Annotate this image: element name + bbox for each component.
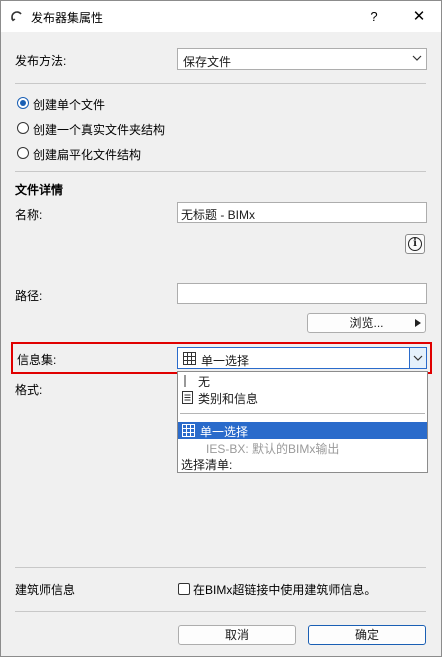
radio-real-folder-label[interactable]: 创建一个真实文件夹结构 (33, 121, 165, 138)
info-set-select[interactable]: 单一选择 (177, 347, 427, 369)
info-set-dropdown-list: 无 类别和信息 单一选择 IES-BX: 默认的BIMx输出 选择清单: (177, 371, 428, 473)
divider (15, 567, 426, 568)
dropdown-option-ies-bx: IES-BX: 默认的BIMx输出 (206, 442, 340, 456)
radio-flat-structure[interactable] (17, 147, 29, 159)
dialog-window: 发布器集属性 ? ✕ 发布方法: 保存文件 创建单个文件 创建一个真实文件夹结构… (0, 0, 442, 657)
help-button[interactable]: ? (356, 1, 392, 32)
divider (15, 171, 426, 172)
divider (15, 83, 426, 84)
dropdown-option-single-selection[interactable]: 单一选择 (178, 422, 427, 439)
architect-info-checkbox-label[interactable]: 在BIMx超链接中使用建筑师信息。 (193, 581, 376, 598)
info-icon: i (408, 237, 422, 251)
publish-method-label: 发布方法: (15, 54, 67, 68)
radio-single-file[interactable] (17, 97, 29, 109)
radio-single-file-label[interactable]: 创建单个文件 (33, 96, 105, 113)
name-field[interactable]: 无标题 - BIMx (177, 202, 427, 223)
path-label: 路径: (15, 289, 43, 303)
document-icon (182, 391, 193, 404)
chevron-down-icon (413, 355, 423, 361)
close-button[interactable]: ✕ (399, 1, 439, 32)
dropdown-option-category-info[interactable]: 类别和信息 (178, 389, 427, 406)
dropdown-separator (180, 413, 425, 414)
publish-method-value: 保存文件 (183, 55, 232, 69)
file-details-heading: 文件详情 (15, 183, 64, 197)
window-title: 发布器集属性 (31, 11, 104, 25)
title-bar: 发布器集属性 ? ✕ (1, 1, 441, 32)
info-button[interactable]: i (405, 234, 425, 254)
publisher-icon (11, 11, 22, 22)
browse-button[interactable]: 浏览... (307, 313, 426, 333)
dropdown-option-none[interactable]: 无 (178, 372, 427, 389)
name-field-value: 无标题 - BIMx (181, 208, 255, 222)
cancel-button-label: 取消 (224, 628, 249, 642)
play-arrow-icon (415, 319, 421, 327)
path-field[interactable] (177, 283, 427, 304)
publish-method-select[interactable]: 保存文件 (177, 48, 427, 70)
grid-icon (183, 352, 196, 365)
ok-button[interactable]: 确定 (308, 625, 426, 645)
info-set-dropdown-toggle[interactable] (409, 348, 426, 368)
info-set-label: 信息集: (17, 353, 57, 367)
grid-icon (182, 424, 195, 437)
architect-info-label: 建筑师信息 (15, 583, 76, 597)
architect-info-checkbox[interactable] (178, 583, 190, 595)
ok-button-label: 确定 (354, 628, 379, 642)
browse-button-label: 浏览... (349, 316, 384, 330)
text-cursor-icon (184, 375, 186, 387)
chevron-down-icon (412, 55, 422, 61)
format-label: 格式: (15, 383, 43, 397)
dropdown-option-selection-list[interactable]: 选择清单: (178, 455, 427, 472)
divider (15, 611, 426, 612)
name-label: 名称: (15, 208, 43, 222)
info-set-value: 单一选择 (201, 354, 250, 368)
radio-real-folder[interactable] (17, 122, 29, 134)
radio-flat-structure-label[interactable]: 创建扁平化文件结构 (33, 146, 141, 163)
cancel-button[interactable]: 取消 (178, 625, 296, 645)
